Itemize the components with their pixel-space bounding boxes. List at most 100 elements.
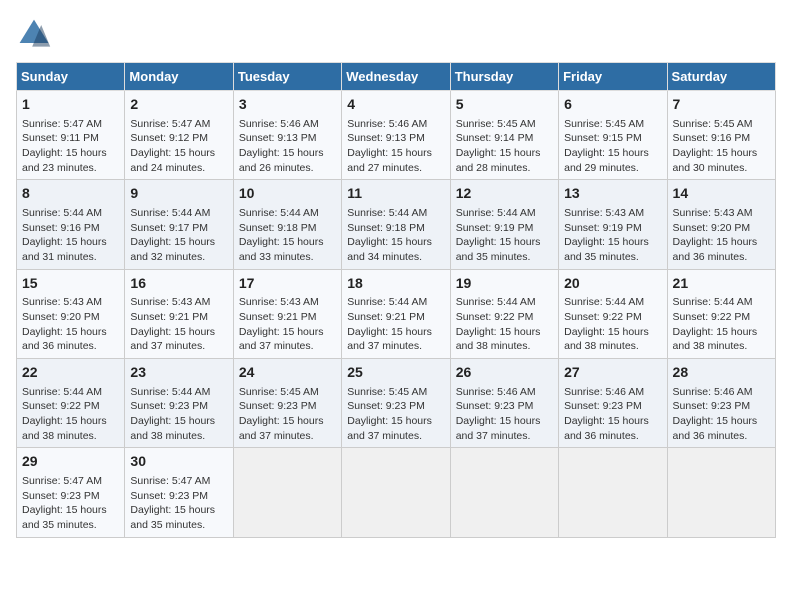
- day-detail: Sunrise: 5:43 AM Sunset: 9:21 PM Dayligh…: [130, 295, 227, 354]
- day-detail: Sunrise: 5:45 AM Sunset: 9:14 PM Dayligh…: [456, 117, 553, 176]
- table-row: 15Sunrise: 5:43 AM Sunset: 9:20 PM Dayli…: [17, 269, 125, 358]
- day-detail: Sunrise: 5:44 AM Sunset: 9:17 PM Dayligh…: [130, 206, 227, 265]
- day-number: 2: [130, 95, 227, 115]
- day-detail: Sunrise: 5:46 AM Sunset: 9:23 PM Dayligh…: [564, 385, 661, 444]
- day-detail: Sunrise: 5:44 AM Sunset: 9:22 PM Dayligh…: [673, 295, 770, 354]
- table-row: 22Sunrise: 5:44 AM Sunset: 9:22 PM Dayli…: [17, 359, 125, 448]
- day-number: 11: [347, 184, 444, 204]
- table-row: 11Sunrise: 5:44 AM Sunset: 9:18 PM Dayli…: [342, 180, 450, 269]
- table-row: 17Sunrise: 5:43 AM Sunset: 9:21 PM Dayli…: [233, 269, 341, 358]
- col-header-saturday: Saturday: [667, 63, 775, 91]
- day-number: 12: [456, 184, 553, 204]
- day-number: 26: [456, 363, 553, 383]
- day-detail: Sunrise: 5:43 AM Sunset: 9:20 PM Dayligh…: [673, 206, 770, 265]
- table-row: 6Sunrise: 5:45 AM Sunset: 9:15 PM Daylig…: [559, 91, 667, 180]
- day-detail: Sunrise: 5:43 AM Sunset: 9:20 PM Dayligh…: [22, 295, 119, 354]
- day-number: 27: [564, 363, 661, 383]
- table-row: 9Sunrise: 5:44 AM Sunset: 9:17 PM Daylig…: [125, 180, 233, 269]
- day-detail: Sunrise: 5:47 AM Sunset: 9:11 PM Dayligh…: [22, 117, 119, 176]
- day-detail: Sunrise: 5:44 AM Sunset: 9:16 PM Dayligh…: [22, 206, 119, 265]
- day-number: 25: [347, 363, 444, 383]
- col-header-friday: Friday: [559, 63, 667, 91]
- day-number: 16: [130, 274, 227, 294]
- table-row: 7Sunrise: 5:45 AM Sunset: 9:16 PM Daylig…: [667, 91, 775, 180]
- table-row: 28Sunrise: 5:46 AM Sunset: 9:23 PM Dayli…: [667, 359, 775, 448]
- table-row: 13Sunrise: 5:43 AM Sunset: 9:19 PM Dayli…: [559, 180, 667, 269]
- calendar-table: SundayMondayTuesdayWednesdayThursdayFrid…: [16, 62, 776, 538]
- column-headers: SundayMondayTuesdayWednesdayThursdayFrid…: [17, 63, 776, 91]
- table-row: 12Sunrise: 5:44 AM Sunset: 9:19 PM Dayli…: [450, 180, 558, 269]
- calendar-week-1: 1Sunrise: 5:47 AM Sunset: 9:11 PM Daylig…: [17, 91, 776, 180]
- table-row: [559, 448, 667, 537]
- day-number: 10: [239, 184, 336, 204]
- calendar-week-4: 22Sunrise: 5:44 AM Sunset: 9:22 PM Dayli…: [17, 359, 776, 448]
- day-detail: Sunrise: 5:46 AM Sunset: 9:13 PM Dayligh…: [347, 117, 444, 176]
- col-header-wednesday: Wednesday: [342, 63, 450, 91]
- day-number: 20: [564, 274, 661, 294]
- col-header-tuesday: Tuesday: [233, 63, 341, 91]
- day-detail: Sunrise: 5:46 AM Sunset: 9:23 PM Dayligh…: [456, 385, 553, 444]
- table-row: 2Sunrise: 5:47 AM Sunset: 9:12 PM Daylig…: [125, 91, 233, 180]
- day-number: 18: [347, 274, 444, 294]
- col-header-sunday: Sunday: [17, 63, 125, 91]
- day-detail: Sunrise: 5:44 AM Sunset: 9:22 PM Dayligh…: [564, 295, 661, 354]
- day-number: 17: [239, 274, 336, 294]
- day-number: 4: [347, 95, 444, 115]
- table-row: 18Sunrise: 5:44 AM Sunset: 9:21 PM Dayli…: [342, 269, 450, 358]
- table-row: 10Sunrise: 5:44 AM Sunset: 9:18 PM Dayli…: [233, 180, 341, 269]
- table-row: 26Sunrise: 5:46 AM Sunset: 9:23 PM Dayli…: [450, 359, 558, 448]
- calendar-week-3: 15Sunrise: 5:43 AM Sunset: 9:20 PM Dayli…: [17, 269, 776, 358]
- day-detail: Sunrise: 5:44 AM Sunset: 9:19 PM Dayligh…: [456, 206, 553, 265]
- table-row: [450, 448, 558, 537]
- day-number: 19: [456, 274, 553, 294]
- col-header-monday: Monday: [125, 63, 233, 91]
- table-row: [342, 448, 450, 537]
- day-detail: Sunrise: 5:45 AM Sunset: 9:23 PM Dayligh…: [347, 385, 444, 444]
- day-number: 13: [564, 184, 661, 204]
- table-row: [667, 448, 775, 537]
- table-row: 14Sunrise: 5:43 AM Sunset: 9:20 PM Dayli…: [667, 180, 775, 269]
- day-number: 7: [673, 95, 770, 115]
- day-detail: Sunrise: 5:43 AM Sunset: 9:21 PM Dayligh…: [239, 295, 336, 354]
- day-detail: Sunrise: 5:44 AM Sunset: 9:18 PM Dayligh…: [347, 206, 444, 265]
- day-number: 9: [130, 184, 227, 204]
- logo-icon: [16, 16, 52, 52]
- day-detail: Sunrise: 5:44 AM Sunset: 9:23 PM Dayligh…: [130, 385, 227, 444]
- table-row: 4Sunrise: 5:46 AM Sunset: 9:13 PM Daylig…: [342, 91, 450, 180]
- day-detail: Sunrise: 5:44 AM Sunset: 9:21 PM Dayligh…: [347, 295, 444, 354]
- day-detail: Sunrise: 5:45 AM Sunset: 9:15 PM Dayligh…: [564, 117, 661, 176]
- day-detail: Sunrise: 5:47 AM Sunset: 9:12 PM Dayligh…: [130, 117, 227, 176]
- table-row: 16Sunrise: 5:43 AM Sunset: 9:21 PM Dayli…: [125, 269, 233, 358]
- page-header: [16, 16, 776, 52]
- day-detail: Sunrise: 5:47 AM Sunset: 9:23 PM Dayligh…: [22, 474, 119, 533]
- day-number: 21: [673, 274, 770, 294]
- day-detail: Sunrise: 5:46 AM Sunset: 9:13 PM Dayligh…: [239, 117, 336, 176]
- day-number: 24: [239, 363, 336, 383]
- day-detail: Sunrise: 5:44 AM Sunset: 9:22 PM Dayligh…: [22, 385, 119, 444]
- day-detail: Sunrise: 5:44 AM Sunset: 9:18 PM Dayligh…: [239, 206, 336, 265]
- calendar-week-5: 29Sunrise: 5:47 AM Sunset: 9:23 PM Dayli…: [17, 448, 776, 537]
- day-number: 29: [22, 452, 119, 472]
- table-row: 25Sunrise: 5:45 AM Sunset: 9:23 PM Dayli…: [342, 359, 450, 448]
- day-detail: Sunrise: 5:45 AM Sunset: 9:16 PM Dayligh…: [673, 117, 770, 176]
- day-number: 23: [130, 363, 227, 383]
- table-row: 27Sunrise: 5:46 AM Sunset: 9:23 PM Dayli…: [559, 359, 667, 448]
- day-number: 15: [22, 274, 119, 294]
- table-row: 30Sunrise: 5:47 AM Sunset: 9:23 PM Dayli…: [125, 448, 233, 537]
- day-number: 1: [22, 95, 119, 115]
- table-row: 1Sunrise: 5:47 AM Sunset: 9:11 PM Daylig…: [17, 91, 125, 180]
- day-number: 14: [673, 184, 770, 204]
- table-row: 23Sunrise: 5:44 AM Sunset: 9:23 PM Dayli…: [125, 359, 233, 448]
- table-row: 3Sunrise: 5:46 AM Sunset: 9:13 PM Daylig…: [233, 91, 341, 180]
- day-detail: Sunrise: 5:44 AM Sunset: 9:22 PM Dayligh…: [456, 295, 553, 354]
- calendar-week-2: 8Sunrise: 5:44 AM Sunset: 9:16 PM Daylig…: [17, 180, 776, 269]
- day-number: 30: [130, 452, 227, 472]
- day-number: 28: [673, 363, 770, 383]
- table-row: 19Sunrise: 5:44 AM Sunset: 9:22 PM Dayli…: [450, 269, 558, 358]
- table-row: 20Sunrise: 5:44 AM Sunset: 9:22 PM Dayli…: [559, 269, 667, 358]
- day-number: 6: [564, 95, 661, 115]
- day-detail: Sunrise: 5:45 AM Sunset: 9:23 PM Dayligh…: [239, 385, 336, 444]
- table-row: [233, 448, 341, 537]
- col-header-thursday: Thursday: [450, 63, 558, 91]
- day-number: 8: [22, 184, 119, 204]
